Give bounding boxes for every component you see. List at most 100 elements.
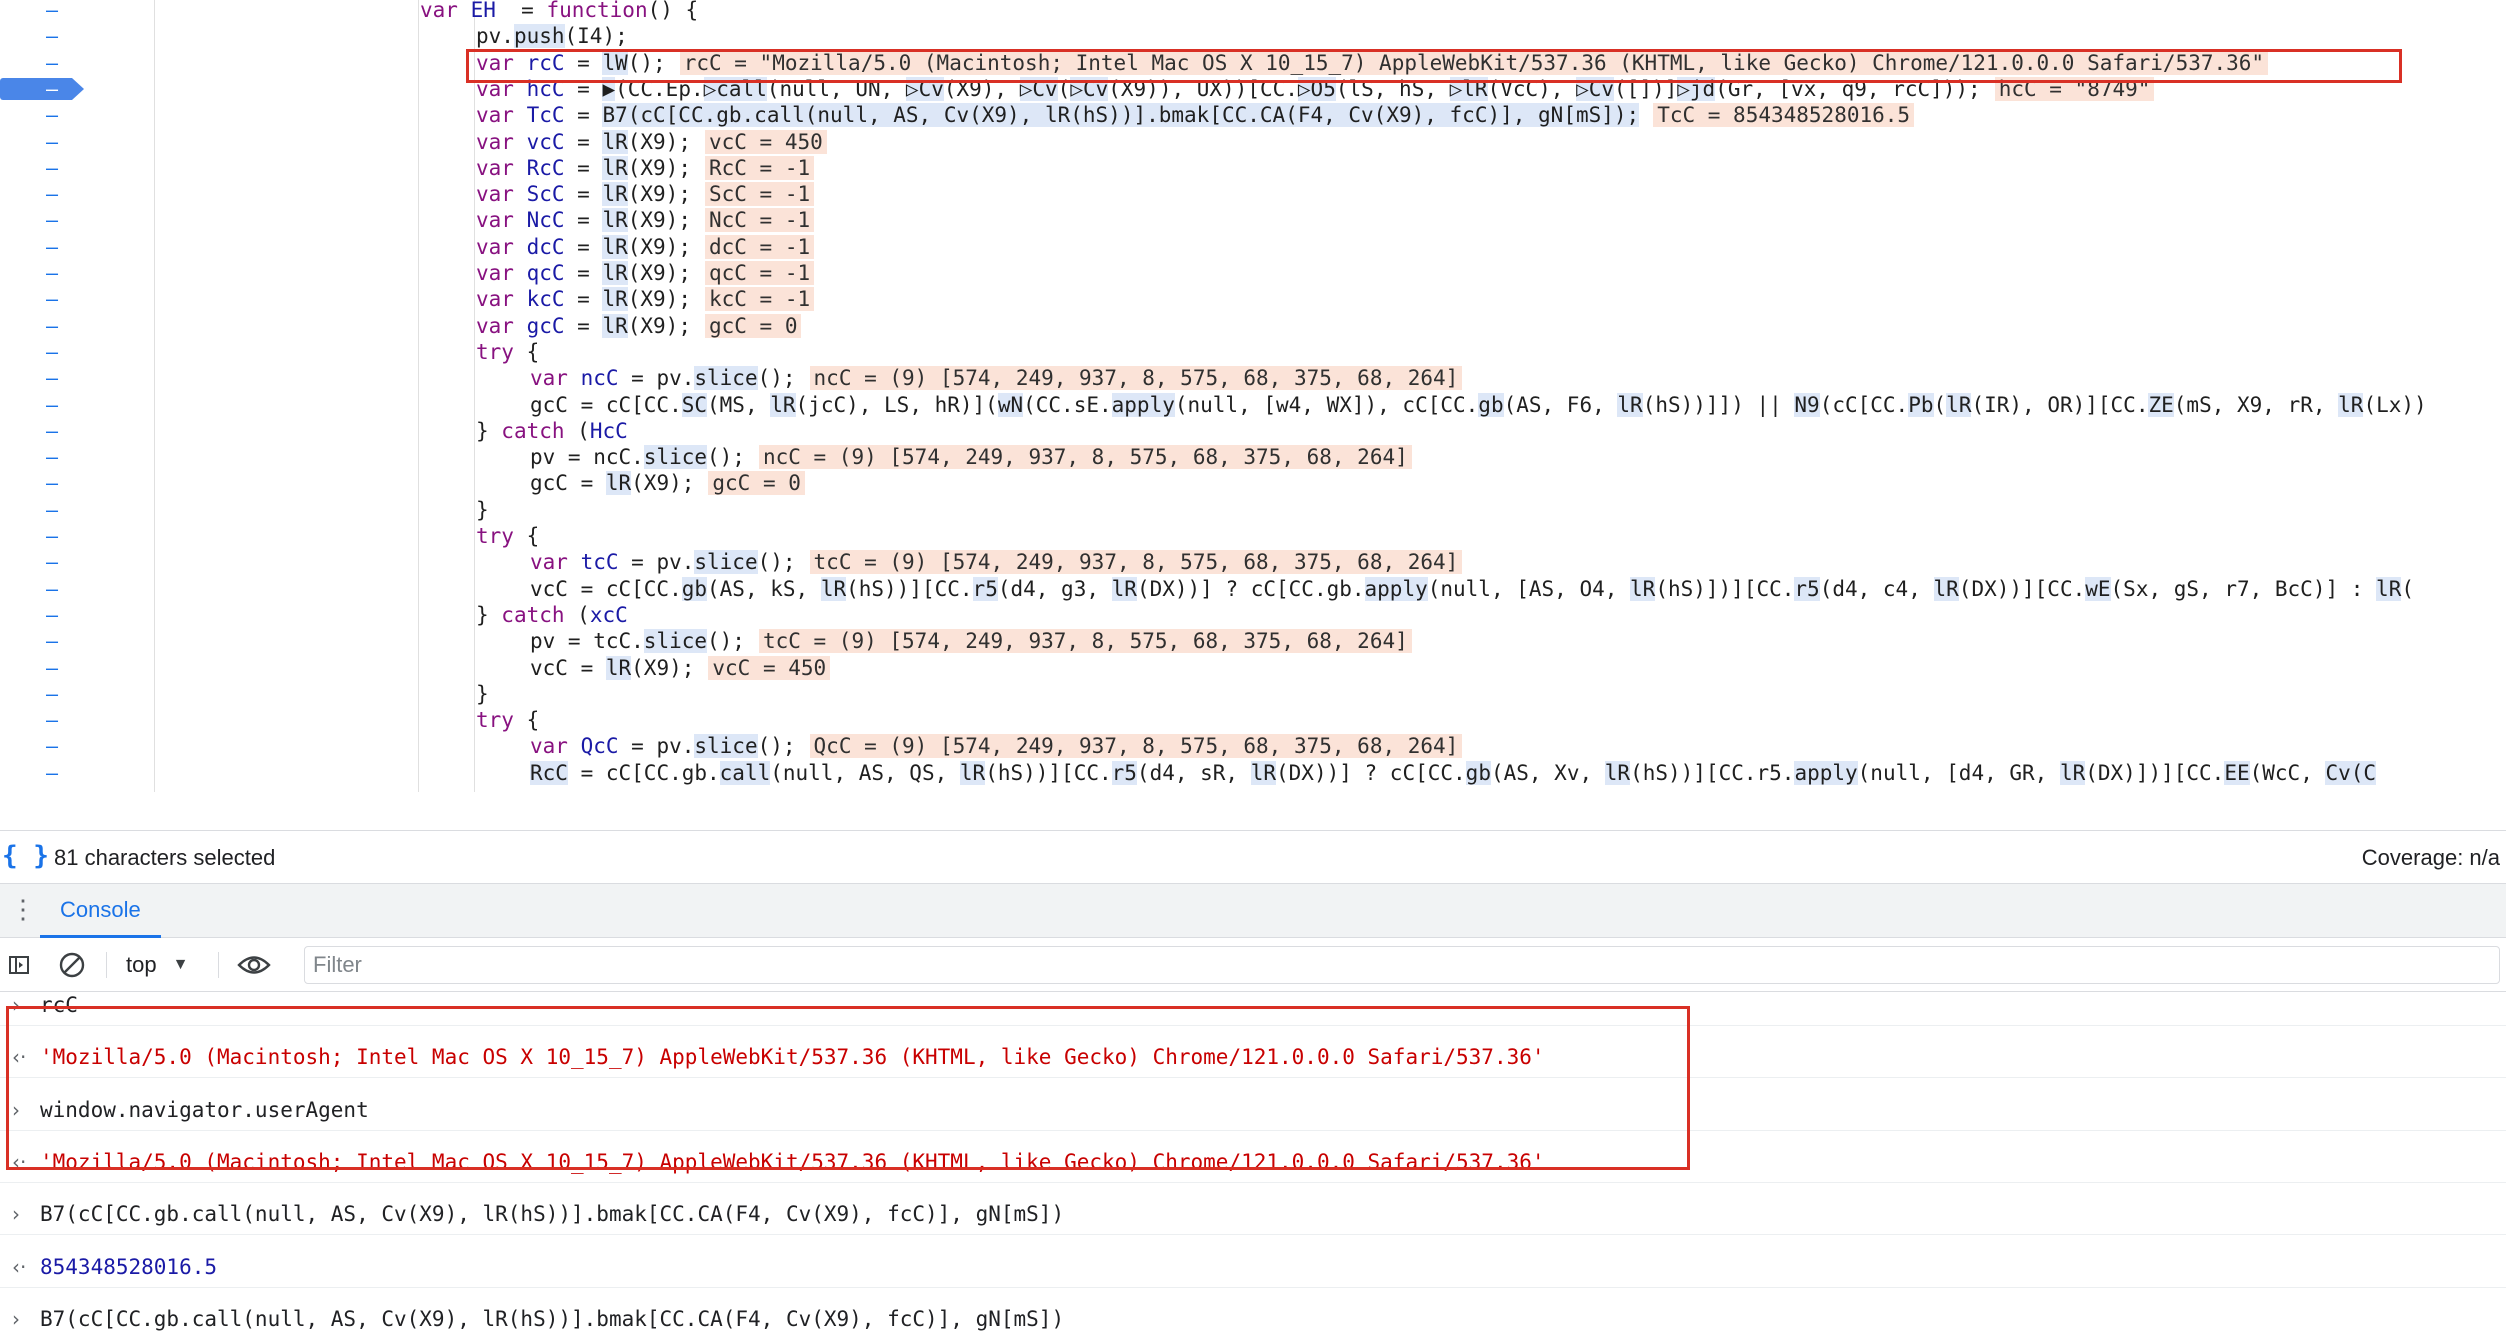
highlighted-token: ▷O5 <box>1297 76 1336 101</box>
code-line[interactable]: var kcC = lR(X9); kcC = -1 <box>0 286 2506 312</box>
code-token: { <box>513 708 540 733</box>
code-line[interactable]: gcC = lR(X9); gcC = 0 <box>0 470 2506 496</box>
code-line[interactable]: var dcC = lR(X9); dcC = -1 <box>0 234 2506 260</box>
code-token: (); <box>757 550 796 575</box>
inline-value[interactable]: rcC = "Mozilla/5.0 (Macintosh; Intel Mac… <box>679 50 2269 75</box>
console-result-row[interactable]: ‹· 854348528016.5 <box>0 1246 2506 1288</box>
inline-value[interactable]: gcC = 0 <box>704 313 802 338</box>
code-line[interactable]: var rcC = lW(); rcC = "Mozilla/5.0 (Macin… <box>0 50 2506 76</box>
code-line[interactable]: try { <box>0 339 2506 365</box>
keyword-token: var <box>476 129 527 154</box>
code-token: (AS, Xv, <box>1490 760 1605 785</box>
inline-value[interactable]: tcC = (9) [574, 249, 937, 8, 575, 68, 37… <box>758 629 1412 654</box>
keyword-token: try <box>476 524 514 548</box>
code-line[interactable]: pv = ncC.slice(); ncC = (9) [574, 249, 93… <box>0 444 2506 470</box>
inline-value[interactable]: gcC = 0 <box>708 471 805 496</box>
code-token: = <box>564 50 603 75</box>
code-line[interactable]: var tcC = pv.slice(); tcC = (9) [574, 249… <box>0 549 2506 575</box>
code-text: } catch (HcC <box>476 418 628 444</box>
console-filter-input[interactable] <box>304 946 2500 984</box>
console-result-row[interactable]: ‹· 'Mozilla/5.0 (Macintosh; Intel Mac OS … <box>0 1036 2506 1079</box>
code-line[interactable]: try { <box>0 707 2506 733</box>
code-token: (X9); <box>627 313 691 338</box>
inline-value[interactable]: RcC = -1 <box>704 155 815 180</box>
code-line[interactable]: var hcC = ▶(CC.Ep.▷call(null, UN, ▷Cv(X9… <box>0 76 2506 102</box>
highlighted-token: wN <box>997 392 1024 417</box>
keyword-token: var <box>530 734 581 759</box>
highlighted-token: lR <box>602 208 628 233</box>
code-line[interactable]: var ScC = lR(X9); ScC = -1 <box>0 181 2506 207</box>
inline-value[interactable]: ncC = (9) [574, 249, 937, 8, 575, 68, 37… <box>809 366 1463 391</box>
keyword-token: try <box>476 708 514 733</box>
console-messages[interactable]: › rcC ‹· 'Mozilla/5.0 (Macintosh; Intel Mac… <box>0 993 2506 1334</box>
code-line[interactable]: pv = tcC.slice(); tcC = (9) [574, 249, 93… <box>0 628 2506 654</box>
code-line[interactable]: var vcC = lR(X9); vcC = 450 <box>0 129 2506 155</box>
code-line[interactable]: var EH = function() { <box>0 0 2506 23</box>
highlighted-token: ZE <box>2148 392 2174 417</box>
code-text: pv = tcC.slice(); tcC = (9) [574, 249, 93… <box>530 628 1412 654</box>
clear-icon <box>59 952 85 978</box>
code-line[interactable]: RcC = cC[CC.gb.call(null, AS, QS, lR(hS)… <box>0 760 2506 786</box>
code-token: = <box>564 155 603 180</box>
inline-value[interactable]: qcC = -1 <box>704 261 815 285</box>
inline-value[interactable]: vcC = 450 <box>704 129 827 154</box>
code-line[interactable]: try { <box>0 523 2506 549</box>
console-input-row[interactable]: › B7(cC[CC.gb.call(null, AS, Cv(X9), lR(h… <box>0 1193 2506 1236</box>
code-token: (AS, kS, <box>707 576 821 601</box>
inline-value[interactable]: NcC = -1 <box>704 208 815 233</box>
code-token: = pv. <box>618 550 695 575</box>
inline-value[interactable]: kcC = -1 <box>704 287 815 312</box>
code-token: (); <box>627 50 666 75</box>
identifier-token: dcC <box>526 234 565 259</box>
inline-value[interactable]: tcC = (9) [574, 249, 937, 8, 575, 68, 37… <box>809 550 1463 575</box>
drawer-tab-bar: ⋮ Console <box>0 884 2506 938</box>
code-token: (X9); <box>627 261 691 285</box>
console-result-row[interactable]: ‹· 'Mozilla/5.0 (Macintosh; Intel Mac OS … <box>0 1141 2506 1183</box>
console-input-row[interactable]: › B7(cC[CC.gb.call(null, AS, Cv(X9), lR(h… <box>0 1298 2506 1334</box>
inline-value[interactable]: ScC = -1 <box>704 182 815 207</box>
identifier-token: qcC <box>526 261 565 285</box>
code-token: (IR), OR)][CC. <box>1971 392 2149 417</box>
code-line[interactable]: var ncC = pv.slice(); ncC = (9) [574, 249… <box>0 365 2506 391</box>
code-line[interactable]: var gcC = lR(X9); gcC = 0 <box>0 313 2506 339</box>
inline-value[interactable]: TcC = 854348528016.5 <box>1653 103 1915 128</box>
keyword-token: var <box>476 313 527 338</box>
code-line[interactable]: var qcC = lR(X9); qcC = -1 <box>0 260 2506 286</box>
tab-console[interactable]: Console <box>40 884 161 938</box>
inline-value[interactable]: dcC = -1 <box>704 234 815 259</box>
code-token: ( <box>564 418 590 443</box>
code-line[interactable]: } catch (xcC <box>0 602 2506 628</box>
code-token: ( <box>564 602 590 627</box>
pretty-print-icon[interactable]: { } <box>2 841 49 871</box>
code-text: var RcC = lR(X9); RcC = -1 <box>476 155 815 181</box>
console-input-row[interactable]: › rcC <box>0 984 2506 1026</box>
code-line[interactable]: var QcC = pv.slice(); QcC = (9) [574, 249… <box>0 733 2506 759</box>
code-line[interactable]: var TcC = B7(cC[CC.gb.call(null, AS, Cv(… <box>0 102 2506 128</box>
highlighted-token: slice <box>643 629 708 654</box>
console-input-row[interactable]: › window.navigator.userAgent <box>0 1089 2506 1131</box>
code-line[interactable]: var RcC = lR(X9); RcC = -1 <box>0 155 2506 181</box>
code-token: (hS))]]) || <box>1642 392 1795 417</box>
code-token: (DX))] ? cC[CC.gb. <box>1136 576 1365 601</box>
code-line[interactable]: vcC = lR(X9); vcC = 450 <box>0 655 2506 681</box>
identifier-token: RcC <box>526 155 565 180</box>
code-line[interactable]: var NcC = lR(X9); NcC = -1 <box>0 207 2506 233</box>
more-tools-kebab-icon[interactable]: ⋮ <box>10 894 36 924</box>
code-token: (lS, hS, <box>1335 76 1450 101</box>
inline-value[interactable]: ncC = (9) [574, 249, 937, 8, 575, 68, 37… <box>758 445 1412 470</box>
code-line[interactable]: } <box>0 681 2506 707</box>
inline-value[interactable]: QcC = (9) [574, 249, 937, 8, 575, 68, 37… <box>809 734 1463 759</box>
code-token: = <box>564 129 603 154</box>
code-line[interactable]: pv.push(I4); <box>0 23 2506 49</box>
code-line[interactable]: gcC = cC[CC.SC(MS, lR(jcC), LS, hR)](wN(… <box>0 392 2506 418</box>
code-token: pv. <box>476 24 514 49</box>
code-line[interactable]: } <box>0 497 2506 523</box>
highlighted-token: ▷Cv <box>1019 76 1058 101</box>
code-token: (DX))] ? cC[CC. <box>1276 760 1466 785</box>
code-text: vcC = cC[CC.gb(AS, kS, lR(hS))][CC.r5(d4… <box>530 576 2414 602</box>
inline-value[interactable]: hcC = "8749" <box>1994 76 2155 101</box>
code-line[interactable]: vcC = cC[CC.gb(AS, kS, lR(hS))][CC.r5(d4… <box>0 576 2506 602</box>
code-line[interactable]: } catch (HcC <box>0 418 2506 444</box>
inline-value[interactable]: vcC = 450 <box>708 655 831 680</box>
source-editor[interactable]: – – – – – – – – – – – – – – – – – – – – – – – – – – – – – – var EH = … <box>0 0 2506 792</box>
